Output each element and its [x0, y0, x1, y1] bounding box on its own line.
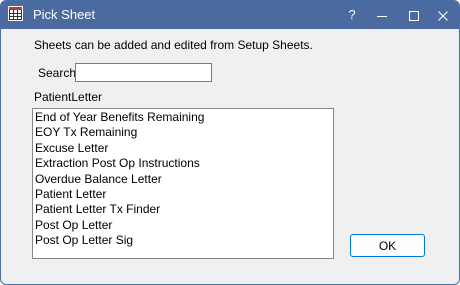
list-item[interactable]: Extraction Post Op Instructions	[33, 156, 333, 171]
info-text: Sheets can be added and edited from Setu…	[34, 38, 313, 52]
help-button[interactable]: ?	[337, 1, 367, 29]
list-item[interactable]: Post Op Letter	[33, 218, 333, 233]
list-item[interactable]: Patient Letter	[33, 187, 333, 202]
list-item[interactable]: Overdue Balance Letter	[33, 172, 333, 187]
minimize-icon	[377, 16, 387, 18]
window-title: Pick Sheet	[33, 7, 96, 22]
maximize-icon	[409, 11, 419, 22]
app-grid-icon	[8, 6, 23, 21]
maximize-button[interactable]	[399, 1, 429, 29]
list-item[interactable]: Patient Letter Tx Finder	[33, 202, 333, 217]
close-icon	[438, 11, 448, 22]
search-label: Search	[38, 66, 77, 80]
pick-sheet-window: Pick Sheet ? Sheets can be added and edi…	[0, 0, 460, 285]
minimize-button[interactable]	[367, 1, 397, 29]
list-item[interactable]: Post Op Letter Sig	[33, 233, 333, 248]
ok-button[interactable]: OK	[350, 234, 425, 257]
list-item[interactable]: End of Year Benefits Remaining	[33, 110, 333, 125]
list-item[interactable]: EOY Tx Remaining	[33, 125, 333, 140]
sheet-list[interactable]: End of Year Benefits Remaining EOY Tx Re…	[32, 108, 334, 259]
close-button[interactable]	[428, 1, 458, 29]
list-item[interactable]: Excuse Letter	[33, 141, 333, 156]
search-input[interactable]	[75, 63, 212, 82]
title-bar[interactable]: Pick Sheet ?	[1, 1, 459, 29]
selected-sheet-label: PatientLetter	[34, 90, 103, 104]
